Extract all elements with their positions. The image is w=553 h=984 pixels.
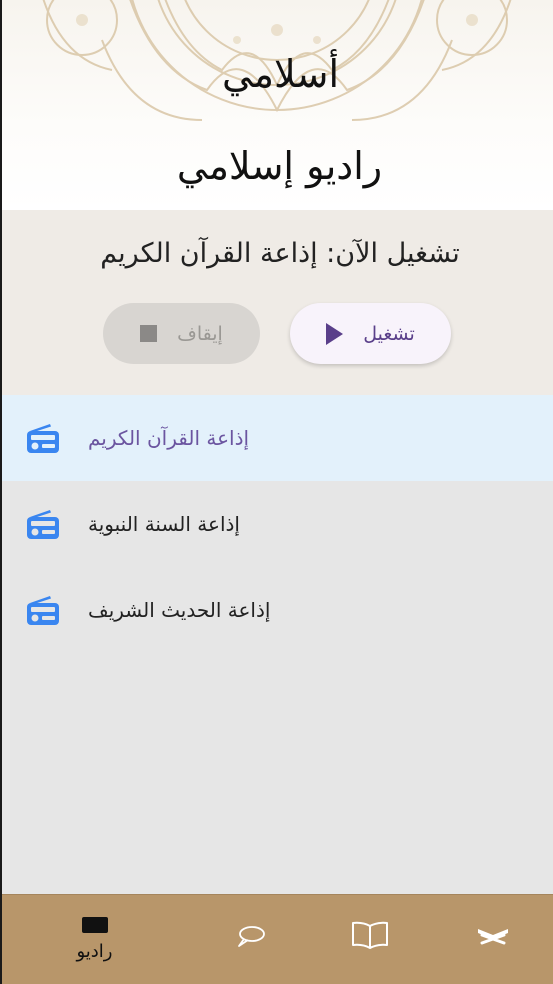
list-item[interactable]: إذاعة الحديث الشريف: [2, 567, 553, 653]
radio-icon: [27, 510, 59, 539]
chat-bubble-icon: [237, 926, 265, 947]
nav-item-book[interactable]: [332, 895, 407, 984]
play-button[interactable]: تشغيل: [290, 303, 451, 364]
header: أسلامي راديو إسلامي: [2, 0, 553, 210]
app-screen: أسلامي راديو إسلامي تشغيل الآن: إذاعة ال…: [0, 0, 553, 984]
stop-button-label: إيقاف: [177, 322, 223, 345]
page-title: راديو إسلامي: [176, 144, 383, 188]
play-button-label: تشغيل: [363, 322, 415, 345]
nav-item-label: راديو: [76, 941, 113, 962]
station-label: إذاعة القرآن الكريم: [88, 426, 250, 450]
bottom-nav: راديو: [2, 894, 553, 984]
station-label: إذاعة الحديث الشريف: [88, 598, 271, 622]
radio-icon: [81, 917, 108, 933]
stop-button[interactable]: إيقاف: [103, 303, 260, 364]
play-icon: [326, 322, 344, 345]
app-title: أسلامي: [221, 52, 340, 96]
stop-icon: [140, 325, 158, 342]
list-item[interactable]: إذاعة القرآن الكريم: [2, 395, 553, 481]
nav-item-quran[interactable]: [455, 895, 530, 984]
station-label: إذاعة السنة النبوية: [88, 512, 240, 536]
open-book-icon: [351, 921, 388, 949]
radio-icon: [27, 596, 59, 625]
radio-icon: [27, 424, 59, 453]
quran-stand-icon: [477, 929, 508, 945]
nav-item-radio[interactable]: راديو: [57, 895, 132, 984]
station-list: إذاعة القرآن الكريم إذاعة السنة النبوية …: [2, 395, 553, 653]
nav-item-chat[interactable]: [212, 895, 287, 984]
now-playing-text: تشغيل الآن: إذاعة القرآن الكريم: [100, 238, 460, 269]
now-playing-panel: تشغيل الآن: إذاعة القرآن الكريم تشغيل إي…: [2, 210, 553, 395]
list-item[interactable]: إذاعة السنة النبوية: [2, 481, 553, 567]
